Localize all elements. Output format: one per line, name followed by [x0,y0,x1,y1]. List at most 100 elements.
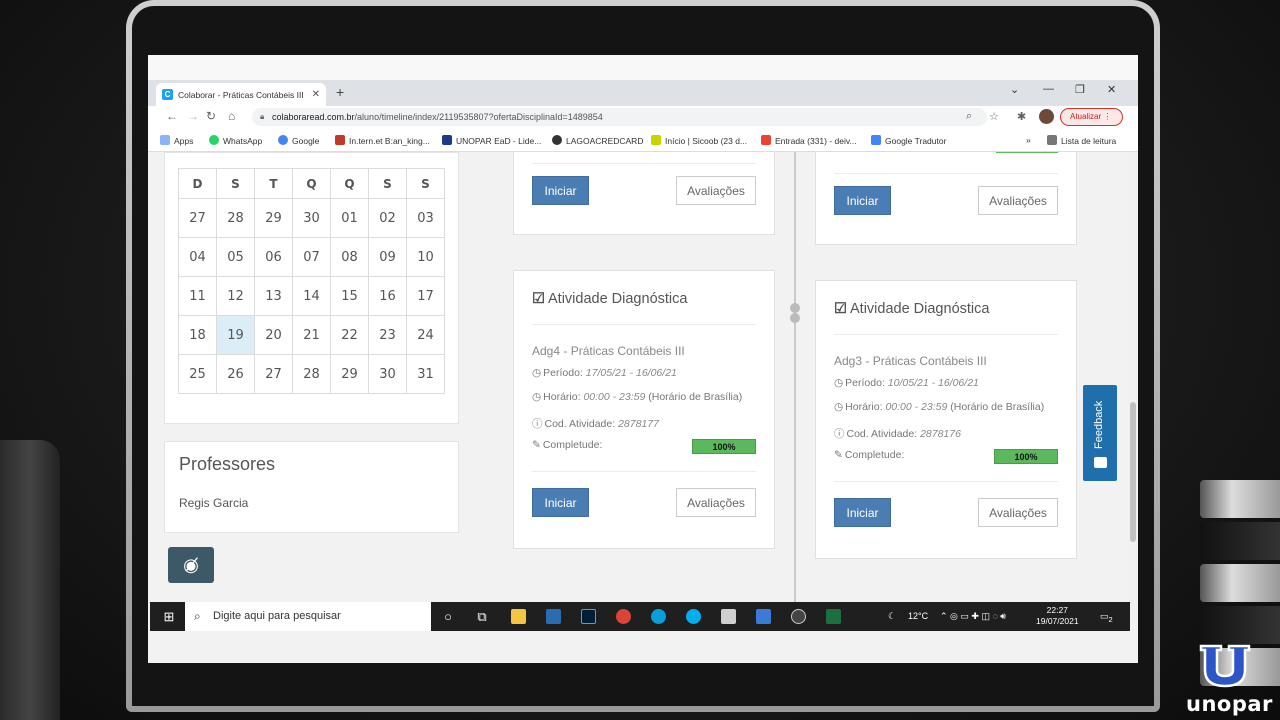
start-button[interactable]: Iniciar [834,498,891,527]
calendar-day[interactable]: 20 [254,315,293,355]
calendar-day[interactable]: 29 [330,354,369,394]
calendar-day[interactable]: 04 [178,237,217,277]
calendar-day[interactable]: 21 [292,315,331,355]
reading-list[interactable]: Lista de leitura [1047,135,1116,146]
calendar-day[interactable]: 11 [178,276,217,316]
calendar-day[interactable]: 14 [292,276,331,316]
calendar-day[interactable]: 30 [368,354,407,394]
avatar[interactable] [1039,109,1054,124]
excel-icon[interactable] [826,609,841,624]
weather-temperature[interactable]: 12°C [908,602,928,631]
calendar-day[interactable]: 13 [254,276,293,316]
calendar-day[interactable]: 28 [292,354,331,394]
window-close-icon[interactable]: ✕ [1107,83,1116,96]
bookmark-google[interactable]: Google [278,135,319,146]
browser-tab[interactable]: C Colaborar - Práticas Contábeis III ✕ [156,83,326,106]
calendar-day[interactable]: 15 [330,276,369,316]
forward-icon[interactable]: → [187,109,199,123]
bookmark-lagoacredcard[interactable]: LAGOACREDCARD [552,135,643,146]
new-tab-icon[interactable]: + [336,84,344,100]
calendar-day[interactable]: 28 [216,198,255,238]
notification-icon[interactable]: ▭2 [1100,602,1113,634]
tab-search-icon[interactable]: ⌄ [1010,83,1019,96]
calendar-day[interactable]: 27 [178,198,217,238]
calendar-day[interactable]: 29 [254,198,293,238]
file-explorer-icon[interactable] [511,609,526,624]
extensions-icon[interactable]: ✱ [1017,110,1026,123]
close-icon[interactable]: ✕ [312,89,320,100]
media-app-icon[interactable] [546,609,561,624]
calendar-day[interactable]: 01 [330,198,369,238]
calendar-day[interactable]: 30 [292,198,331,238]
calendar-day[interactable]: 10 [406,237,445,277]
start-button[interactable]: Iniciar [834,186,891,215]
calendar-day[interactable]: 31 [406,354,445,394]
bookmark-internet-banking[interactable]: In.tern.et B:an_king... [335,135,430,146]
update-button[interactable]: Atualizar ⋮ [1060,108,1123,126]
calendar-day[interactable]: 05 [216,237,255,277]
reviews-button[interactable]: Avaliações [676,176,756,205]
taskbar-search-input[interactable]: ⌕ Digite aqui para pesquisar [185,602,431,631]
bookmark-whatsapp[interactable]: WhatsApp [209,135,262,146]
chrome-icon[interactable] [616,609,631,624]
calculator-icon[interactable] [721,609,736,624]
edge-icon[interactable] [651,609,666,624]
reviews-button[interactable]: Avaliações [978,498,1058,527]
calendar-day[interactable]: 17 [406,276,445,316]
zoom-icon[interactable]: ⌕ [966,110,972,123]
start-button[interactable]: Iniciar [532,176,589,205]
calendar-day[interactable]: 16 [368,276,407,316]
bookmark-unopar[interactable]: UNOPAR EaD - Lide... [442,135,541,146]
card-title: Atividade Diagnóstica [850,301,990,317]
calendar-day[interactable]: 07 [292,237,331,277]
calendar-day[interactable]: 03 [406,198,445,238]
hide-icon[interactable]: ◉̸ [168,547,214,583]
skype-icon[interactable] [686,609,701,624]
photos-icon[interactable] [756,609,771,624]
tray-overflow-icon[interactable]: ⌃ ◎ ▭ ✚ ◫ ◌ 🔊︎ [940,602,1006,631]
bookmark-apps[interactable]: Apps [160,135,193,146]
calendar-day[interactable]: 26 [216,354,255,394]
bookmark-sicoob[interactable]: Início | Sicoob (23 d... [651,135,747,146]
taskbar-clock[interactable]: 22:27 19/07/2021 [1036,605,1079,627]
star-icon[interactable]: ☆ [989,110,999,123]
professors-title: Professores [179,454,276,474]
calendar-day[interactable]: 27 [254,354,293,394]
timeline-dot [790,313,800,323]
photoshop-icon[interactable] [581,609,596,624]
reviews-button[interactable]: Avaliações [978,186,1058,215]
minimize-icon[interactable]: — [1043,83,1054,95]
reviews-button[interactable]: Avaliações [676,488,756,517]
scrollbar[interactable] [1128,152,1138,602]
calendar-day[interactable]: 06 [254,237,293,277]
bookmarks-overflow-icon[interactable]: » [1026,135,1031,145]
calendar-day[interactable]: 23 [368,315,407,355]
bookmark-gmail[interactable]: Entrada (331) - deiv... [761,135,857,146]
calendar-day[interactable]: 08 [330,237,369,277]
back-icon[interactable]: ← [166,109,178,123]
weather-icon[interactable]: ☾ [888,602,896,631]
address-bar[interactable]: 🔒︎ colaboraread.com.br/aluno/timeline/in… [252,108,987,126]
calendar-day[interactable]: 02 [368,198,407,238]
home-icon[interactable]: ⌂ [228,109,235,123]
scroll-thumb[interactable] [1130,402,1136,542]
reload-icon[interactable]: ↻ [206,109,216,123]
windows-start-icon[interactable]: ⊞ [156,602,182,631]
calendar-day[interactable]: 24 [406,315,445,355]
start-button[interactable]: Iniciar [532,488,589,517]
calendar-day[interactable]: 09 [368,237,407,277]
task-view-icon[interactable]: ⧉ [472,602,492,631]
obs-icon[interactable] [791,609,806,624]
feedback-tab[interactable]: Feedback [1083,385,1117,481]
calendar-day[interactable]: 22 [330,315,369,355]
activity-code: 2878176 [920,428,961,440]
calendar-day[interactable]: 19 [216,315,255,355]
calendar-day[interactable]: 18 [178,315,217,355]
cortana-icon[interactable]: ○ [438,602,458,631]
bookmarks-bar: Apps WhatsApp Google In.tern.et B:an_kin… [148,128,1138,152]
calendar-day[interactable]: 12 [216,276,255,316]
calendar-day[interactable]: 25 [178,354,217,394]
clock-icon: ◷ [834,401,844,413]
bookmark-google-tradutor[interactable]: Google Tradutor [871,135,946,146]
maximize-icon[interactable]: ❐ [1075,83,1085,96]
